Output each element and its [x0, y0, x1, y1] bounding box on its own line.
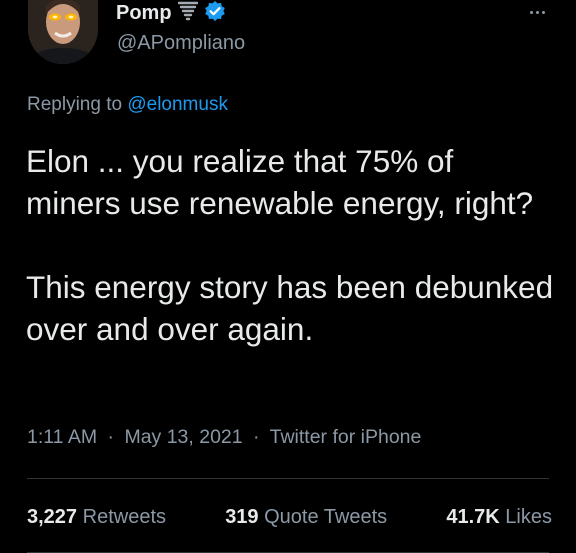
likes-label: Likes: [505, 506, 552, 528]
replying-to-link[interactable]: @elonmusk: [127, 94, 228, 115]
quote-tweets-label: Quote Tweets: [264, 506, 388, 528]
replying-prefix: Replying to: [27, 94, 123, 115]
likes-stat[interactable]: 41.7K Likes: [446, 504, 552, 530]
author-display-name[interactable]: Pomp: [116, 1, 172, 25]
retweets-stat[interactable]: 3,227 Retweets: [27, 504, 166, 530]
avatar[interactable]: [28, 0, 98, 64]
author-handle[interactable]: @APompliano: [117, 31, 245, 55]
more-options-icon[interactable]: [522, 0, 552, 24]
tweet-metadata: 1:11 AM · May 13, 2021 · Twitter for iPh…: [27, 424, 421, 450]
author-badges: [177, 0, 226, 27]
quote-tweets-count: 319: [225, 506, 259, 528]
tweet-time[interactable]: 1:11 AM: [27, 426, 97, 448]
tweet-text: Elon ... you realize that 75% of miners …: [26, 140, 556, 350]
retweets-count: 3,227: [27, 506, 78, 528]
tornado-icon: [177, 0, 199, 27]
separator: ·: [253, 426, 260, 448]
replying-to-line: Replying to @elonmusk: [27, 93, 228, 117]
tweet-stats: 3,227 Retweets 319 Quote Tweets 41.7K Li…: [27, 504, 552, 530]
tweet-paragraph: This energy story has been debunked over…: [26, 269, 554, 347]
tweet-paragraph: Elon ... you realize that 75% of miners …: [26, 143, 534, 221]
separator: ·: [107, 426, 115, 448]
divider: [27, 478, 549, 479]
retweets-label: Retweets: [82, 506, 166, 528]
quote-tweets-stat[interactable]: 319 Quote Tweets: [225, 504, 387, 530]
verified-badge-icon: [204, 0, 226, 27]
tweet-date[interactable]: May 13, 2021: [124, 426, 242, 448]
tweet-source[interactable]: Twitter for iPhone: [270, 426, 422, 448]
likes-count: 41.7K: [446, 506, 500, 528]
